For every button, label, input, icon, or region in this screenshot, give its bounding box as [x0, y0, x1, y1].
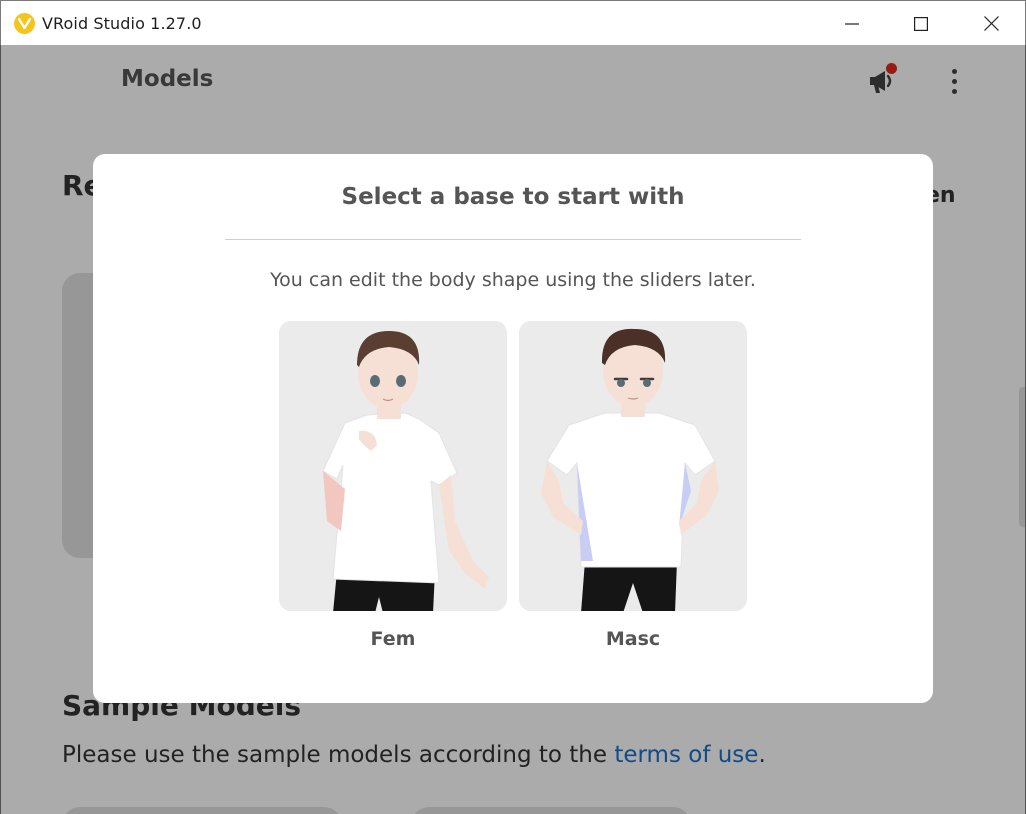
dialog-subtitle: You can edit the body shape using the sl… — [270, 269, 756, 291]
base-label-fem: Fem — [370, 628, 416, 650]
minimize-button[interactable] — [817, 1, 887, 46]
base-label-masc: Masc — [605, 628, 661, 650]
masc-avatar-preview — [519, 321, 747, 611]
minimize-icon — [845, 22, 859, 25]
vroid-logo-icon — [14, 13, 35, 34]
window-title: VRoid Studio 1.27.0 — [42, 14, 202, 33]
maximize-icon — [914, 16, 928, 31]
base-option-fem[interactable]: Fem — [279, 321, 507, 650]
base-option-masc[interactable]: Masc — [519, 321, 747, 650]
maximize-button[interactable] — [886, 1, 956, 46]
close-icon — [983, 16, 999, 31]
fem-avatar-preview — [279, 321, 507, 611]
select-base-dialog: Select a base to start with You can edit… — [93, 154, 933, 703]
close-button[interactable] — [956, 1, 1026, 46]
dialog-divider — [225, 239, 801, 240]
window-titlebar: VRoid Studio 1.27.0 — [0, 0, 1026, 45]
dialog-title: Select a base to start with — [341, 184, 685, 210]
